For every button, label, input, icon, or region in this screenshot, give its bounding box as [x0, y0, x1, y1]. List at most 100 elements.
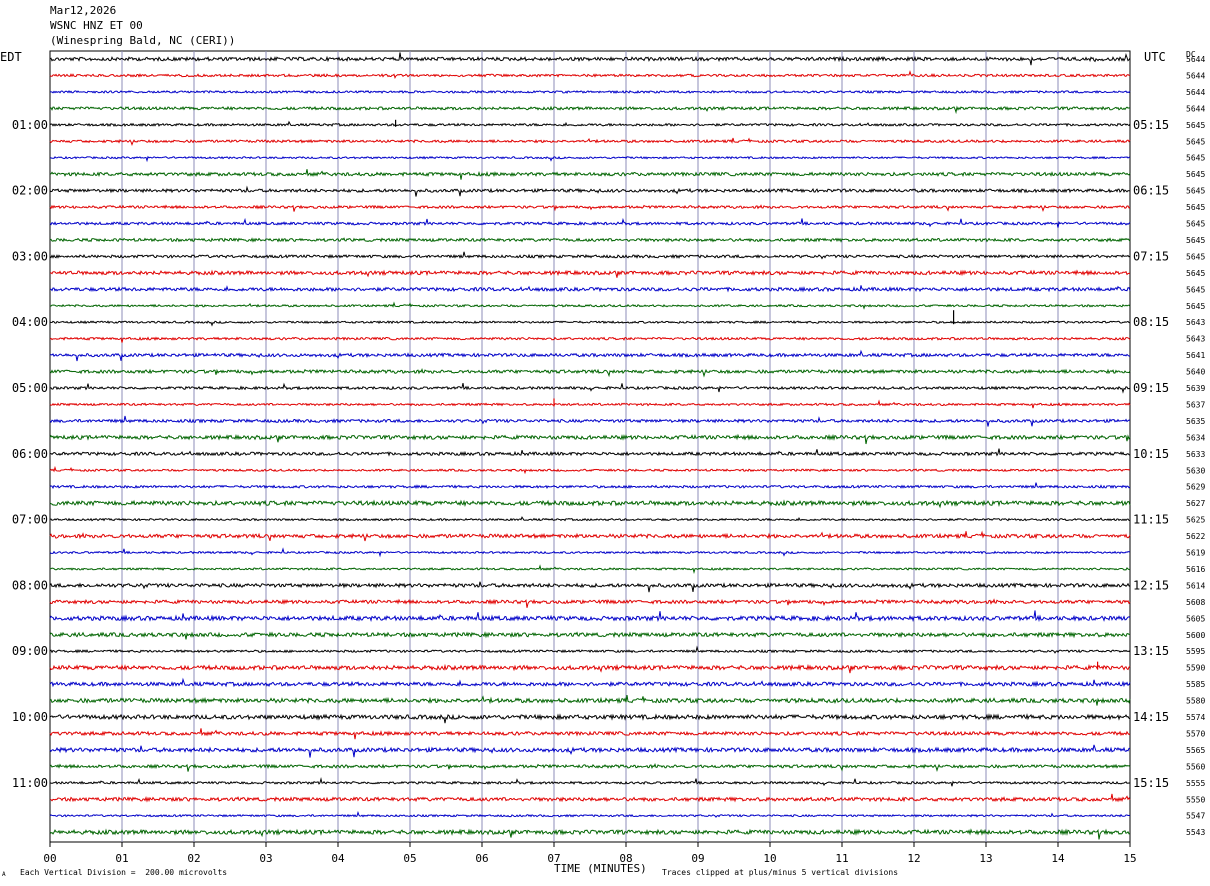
edt-hour-label: 04:00 — [12, 315, 48, 329]
trace-line — [50, 269, 1131, 278]
trace-line — [49, 433, 1131, 445]
trace-line — [49, 713, 1131, 724]
dc-value: 5635 — [1186, 417, 1205, 426]
trace-line — [49, 677, 1131, 688]
dc-value: 5645 — [1186, 203, 1205, 212]
dc-value: 5600 — [1186, 631, 1205, 640]
trace-line — [49, 695, 1131, 706]
trace-line — [49, 547, 1131, 558]
trace-line — [50, 285, 1131, 293]
dc-value: 5639 — [1186, 384, 1205, 393]
dc-value: 5643 — [1186, 335, 1205, 344]
dc-value: 5633 — [1186, 450, 1205, 459]
x-tick-label: 14 — [1051, 852, 1065, 865]
dc-value: 5614 — [1186, 581, 1205, 590]
edt-hour-label: 05:00 — [12, 381, 48, 395]
dc-value: 5645 — [1186, 285, 1205, 294]
dc-value: 5574 — [1186, 713, 1205, 722]
trace-line — [49, 415, 1131, 427]
dc-value: 5605 — [1186, 614, 1205, 623]
trace-line — [49, 185, 1131, 197]
edt-hour-label: 11:00 — [12, 776, 48, 790]
dc-value: 5580 — [1186, 697, 1205, 706]
utc-hour-label: 09:15 — [1133, 381, 1169, 395]
dc-value: 5547 — [1186, 812, 1205, 821]
utc-hour-label: 10:15 — [1133, 447, 1169, 461]
dc-value: 5645 — [1186, 302, 1205, 311]
trace-line — [49, 155, 1131, 163]
utc-hour-label: 15:15 — [1133, 776, 1169, 790]
dc-value: 5645 — [1186, 236, 1205, 245]
trace-line — [49, 793, 1131, 803]
trace-line — [49, 169, 1131, 180]
edt-label: EDT — [0, 50, 22, 64]
dc-value: 5645 — [1186, 269, 1205, 278]
x-axis-title: TIME (MINUTES) — [554, 862, 647, 875]
edt-hour-label: 02:00 — [12, 184, 48, 198]
trace-line — [49, 645, 1131, 654]
trace-line — [49, 744, 1130, 758]
dc-value: 5616 — [1186, 565, 1205, 574]
x-tick-label: 15 — [1123, 852, 1136, 865]
dc-value: 5585 — [1186, 680, 1205, 689]
dc-value: 5645 — [1186, 252, 1205, 261]
trace-line — [49, 137, 1131, 147]
dc-value: 5619 — [1186, 549, 1205, 558]
dc-value: 5565 — [1186, 746, 1205, 755]
edt-hour-label: 07:00 — [12, 513, 48, 527]
trace-line — [49, 52, 1131, 66]
utc-hour-label: 13:15 — [1133, 644, 1169, 658]
dc-value: 5644 — [1186, 104, 1205, 113]
trace-line — [49, 105, 1131, 115]
dc-header: DC — [1186, 50, 1196, 59]
trace-line — [49, 349, 1131, 362]
trace-line — [49, 564, 1131, 575]
trace-line — [49, 217, 1131, 228]
trace-line — [49, 382, 1131, 394]
dc-value: 5645 — [1186, 121, 1205, 130]
dc-value: 5570 — [1186, 729, 1205, 738]
x-tick-label: 13 — [979, 852, 992, 865]
dc-value: 5630 — [1186, 466, 1205, 475]
dc-value: 5560 — [1186, 762, 1205, 771]
axis-labels: 00 01 02 03 04 05 06 07 08 09 10 11 12 13 14 1556445644… — [0, 50, 1205, 865]
dc-value: 5645 — [1186, 187, 1205, 196]
edt-hour-label: 09:00 — [12, 644, 48, 658]
trace-line — [49, 482, 1131, 490]
trace-line — [49, 663, 1131, 674]
grid — [49, 50, 1131, 847]
trace-line — [49, 204, 1131, 212]
dc-value: 5627 — [1186, 499, 1205, 508]
x-tick-label: 01 — [115, 852, 128, 865]
dc-value: 5637 — [1186, 400, 1205, 409]
x-tick-label: 09 — [691, 852, 704, 865]
clip-note: Traces clipped at plus/minus 5 vertical … — [662, 868, 899, 877]
x-tick-label: 12 — [907, 852, 920, 865]
trace-line — [49, 530, 1131, 542]
trace-line — [49, 499, 1131, 509]
dc-value: 5625 — [1186, 516, 1205, 525]
trace-line — [49, 70, 1131, 80]
trace-line — [49, 336, 1131, 343]
dc-value: 5608 — [1186, 598, 1205, 607]
trace-line — [49, 810, 1131, 818]
x-tick-label: 05 — [403, 852, 416, 865]
dc-value: 5622 — [1186, 532, 1205, 541]
dc-value: 5645 — [1186, 220, 1205, 229]
trace-line — [49, 763, 1131, 772]
utc-hour-label: 06:15 — [1133, 184, 1169, 198]
dc-value: 5634 — [1186, 433, 1205, 442]
trace-line — [49, 581, 1131, 593]
trace-line — [49, 598, 1131, 608]
utc-hour-label: 05:15 — [1133, 118, 1169, 132]
traces — [49, 52, 1131, 840]
trace-line — [49, 399, 1131, 409]
edt-hour-label: 01:00 — [12, 118, 48, 132]
utc-hour-label: 12:15 — [1133, 578, 1169, 592]
x-tick-label: 10 — [763, 852, 776, 865]
x-tick-label: 06 — [475, 852, 488, 865]
x-tick-label: 02 — [187, 852, 200, 865]
dc-value: 5550 — [1186, 795, 1205, 804]
dc-value: 5645 — [1186, 137, 1205, 146]
dc-value: 5590 — [1186, 664, 1205, 673]
